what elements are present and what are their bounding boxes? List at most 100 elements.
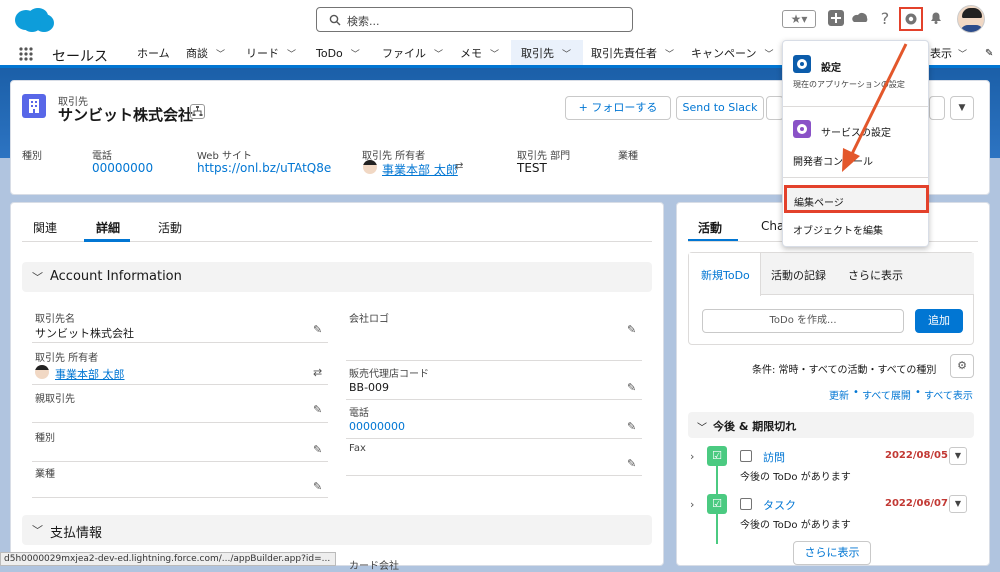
tab-log-activity[interactable]: 活動の記録 bbox=[771, 267, 826, 283]
edit-pencil-icon[interactable]: ✎ bbox=[313, 443, 322, 456]
highlight-label-industry: 業種 bbox=[618, 151, 638, 162]
task-checkbox[interactable] bbox=[740, 450, 752, 462]
app-name: セールス bbox=[52, 49, 108, 65]
edit-pencil-icon[interactable]: ✎ bbox=[313, 403, 322, 416]
nav-item-home[interactable]: ホーム bbox=[137, 40, 170, 68]
salesforce-logo[interactable] bbox=[12, 6, 56, 34]
field-divider bbox=[32, 461, 328, 462]
hierarchy-icon[interactable] bbox=[190, 104, 205, 119]
chevron-down-icon: ﹀ bbox=[32, 271, 43, 284]
tab-related[interactable]: 関連 bbox=[33, 219, 57, 236]
tab-activity[interactable]: 活動 bbox=[158, 219, 182, 236]
tab-detail[interactable]: 詳細 bbox=[96, 219, 120, 236]
expand-all-link[interactable]: すべて展開 bbox=[862, 387, 911, 402]
chevron-down-icon[interactable]: ﹀ bbox=[287, 42, 296, 69]
menu-item-edit-object[interactable]: オブジェクトを編集 bbox=[793, 222, 883, 237]
chevron-down-icon: ﹀ bbox=[32, 524, 43, 537]
link-sep: • bbox=[915, 387, 921, 398]
setup-gear-icon[interactable] bbox=[899, 7, 923, 31]
section-account-information[interactable]: ﹀ Account Information bbox=[22, 262, 652, 292]
global-actions-icon[interactable] bbox=[826, 9, 846, 29]
activity-filter-text: 条件: 常時・すべての活動・すべての種別 bbox=[752, 365, 937, 376]
edit-pencil-icon[interactable]: ✎ bbox=[627, 420, 636, 433]
filter-gear-icon[interactable]: ⚙ bbox=[950, 354, 974, 378]
global-header: 検索... ★▾ ? bbox=[0, 0, 1000, 40]
edit-pencil-icon[interactable]: ✎ bbox=[313, 480, 322, 493]
chevron-down-icon[interactable]: ﹀ bbox=[562, 42, 571, 69]
active-tab-indicator bbox=[84, 239, 130, 242]
nav-more[interactable]: 表示 ﹀ bbox=[930, 40, 967, 68]
field-divider bbox=[346, 360, 642, 361]
field-label-fax: Fax bbox=[349, 443, 366, 454]
view-all-link[interactable]: すべて表示 bbox=[924, 387, 973, 402]
chevron-down-icon[interactable]: ﹀ bbox=[958, 42, 967, 69]
search-icon bbox=[329, 14, 341, 26]
highlight-owner-value[interactable]: 事業本部 太郎 bbox=[382, 161, 458, 178]
global-search[interactable]: 検索... bbox=[316, 7, 633, 32]
chevron-down-icon[interactable]: ﹀ bbox=[216, 42, 225, 69]
chevron-down-icon: ﹀ bbox=[697, 423, 707, 434]
highlight-phone-value[interactable]: 00000000 bbox=[92, 161, 153, 175]
app-launcher-icon[interactable] bbox=[18, 46, 34, 62]
nav-item-notes[interactable]: メモ ﹀ bbox=[460, 40, 499, 68]
action-button-partial[interactable] bbox=[929, 96, 945, 120]
nav-item-files[interactable]: ファイル ﹀ bbox=[382, 40, 443, 68]
notification-bell-icon[interactable] bbox=[926, 9, 946, 29]
menu-item-edit-page[interactable]: 編集ページ bbox=[784, 185, 929, 213]
trailhead-icon[interactable] bbox=[850, 9, 870, 29]
nav-item-accounts[interactable]: 取引先 ﹀ bbox=[511, 40, 583, 68]
task-menu-button[interactable]: ▼ bbox=[949, 447, 967, 465]
help-icon[interactable]: ? bbox=[875, 9, 895, 29]
tab-activity[interactable]: 活動 bbox=[698, 219, 722, 236]
change-owner-icon[interactable]: ⇄ bbox=[455, 161, 463, 172]
field-label-industry: 業種 bbox=[35, 469, 55, 480]
task-title[interactable]: 訪問 bbox=[763, 449, 785, 465]
edit-pencil-icon[interactable]: ✎ bbox=[627, 323, 636, 336]
field-value-dealer-code: BB-009 bbox=[349, 381, 390, 394]
section-payment-info[interactable]: ﹀ 支払情報 bbox=[22, 515, 652, 545]
task-checkbox[interactable] bbox=[740, 498, 752, 510]
todo-create-input[interactable]: ToDo を作成... bbox=[702, 309, 904, 333]
task-icon: ☑ bbox=[707, 494, 727, 514]
field-divider bbox=[32, 422, 328, 423]
chevron-down-icon[interactable]: ﹀ bbox=[490, 42, 499, 69]
task-date: 2022/06/07 bbox=[885, 498, 948, 509]
nav-item-contacts[interactable]: 取引先責任者 ﹀ bbox=[591, 40, 674, 68]
change-owner-icon[interactable]: ⇄ bbox=[313, 366, 322, 379]
nav-item-opportunity[interactable]: 商談 ﹀ bbox=[186, 40, 225, 68]
refresh-link[interactable]: 更新 bbox=[829, 387, 849, 402]
edit-pencil-icon[interactable]: ✎ bbox=[627, 381, 636, 394]
task-title[interactable]: タスク bbox=[763, 497, 796, 513]
field-divider bbox=[346, 438, 642, 439]
nav-item-todo[interactable]: ToDo ﹀ bbox=[316, 40, 360, 68]
actions-dropdown-button[interactable]: ▼ bbox=[950, 96, 974, 120]
send-to-slack-button[interactable]: Send to Slack bbox=[676, 96, 764, 120]
edit-nav-pencil-icon[interactable]: ✎ bbox=[985, 40, 993, 68]
follow-button[interactable]: + フォローする bbox=[565, 96, 671, 120]
field-label-owner: 取引先 所有者 bbox=[35, 353, 99, 364]
chevron-down-icon[interactable]: ﹀ bbox=[434, 42, 443, 69]
highlight-website-value[interactable]: https://onl.bz/uTAtQ8e bbox=[197, 161, 331, 175]
edit-pencil-icon[interactable]: ✎ bbox=[313, 323, 322, 336]
chevron-down-icon[interactable]: ﹀ bbox=[351, 42, 360, 69]
chevron-down-icon[interactable]: ﹀ bbox=[764, 42, 773, 69]
task-menu-button[interactable]: ▼ bbox=[949, 495, 967, 513]
record-title: サンビット株式会社 bbox=[58, 106, 194, 124]
field-value-phone[interactable]: 00000000 bbox=[349, 420, 405, 433]
nav-item-campaigns[interactable]: キャンペーン ﹀ bbox=[691, 40, 773, 68]
timeline-line bbox=[716, 510, 718, 544]
field-value-owner[interactable]: 事業本部 太郎 bbox=[55, 366, 125, 382]
favorites-star-icon[interactable]: ★▾ bbox=[782, 10, 816, 28]
show-more-button[interactable]: さらに表示 bbox=[793, 541, 871, 565]
user-avatar[interactable] bbox=[957, 5, 985, 33]
chevron-right-icon[interactable]: › bbox=[690, 450, 694, 463]
nav-item-lead[interactable]: リード ﹀ bbox=[246, 40, 296, 68]
field-divider bbox=[32, 342, 328, 343]
chevron-down-icon[interactable]: ﹀ bbox=[665, 42, 674, 69]
chevron-right-icon[interactable]: › bbox=[690, 498, 694, 511]
tab-more[interactable]: さらに表示 bbox=[848, 267, 903, 283]
edit-pencil-icon[interactable]: ✎ bbox=[627, 457, 636, 470]
tab-chatter[interactable]: Cha bbox=[761, 219, 784, 233]
annotation-arrow bbox=[842, 43, 908, 172]
add-button[interactable]: 追加 bbox=[915, 309, 963, 333]
